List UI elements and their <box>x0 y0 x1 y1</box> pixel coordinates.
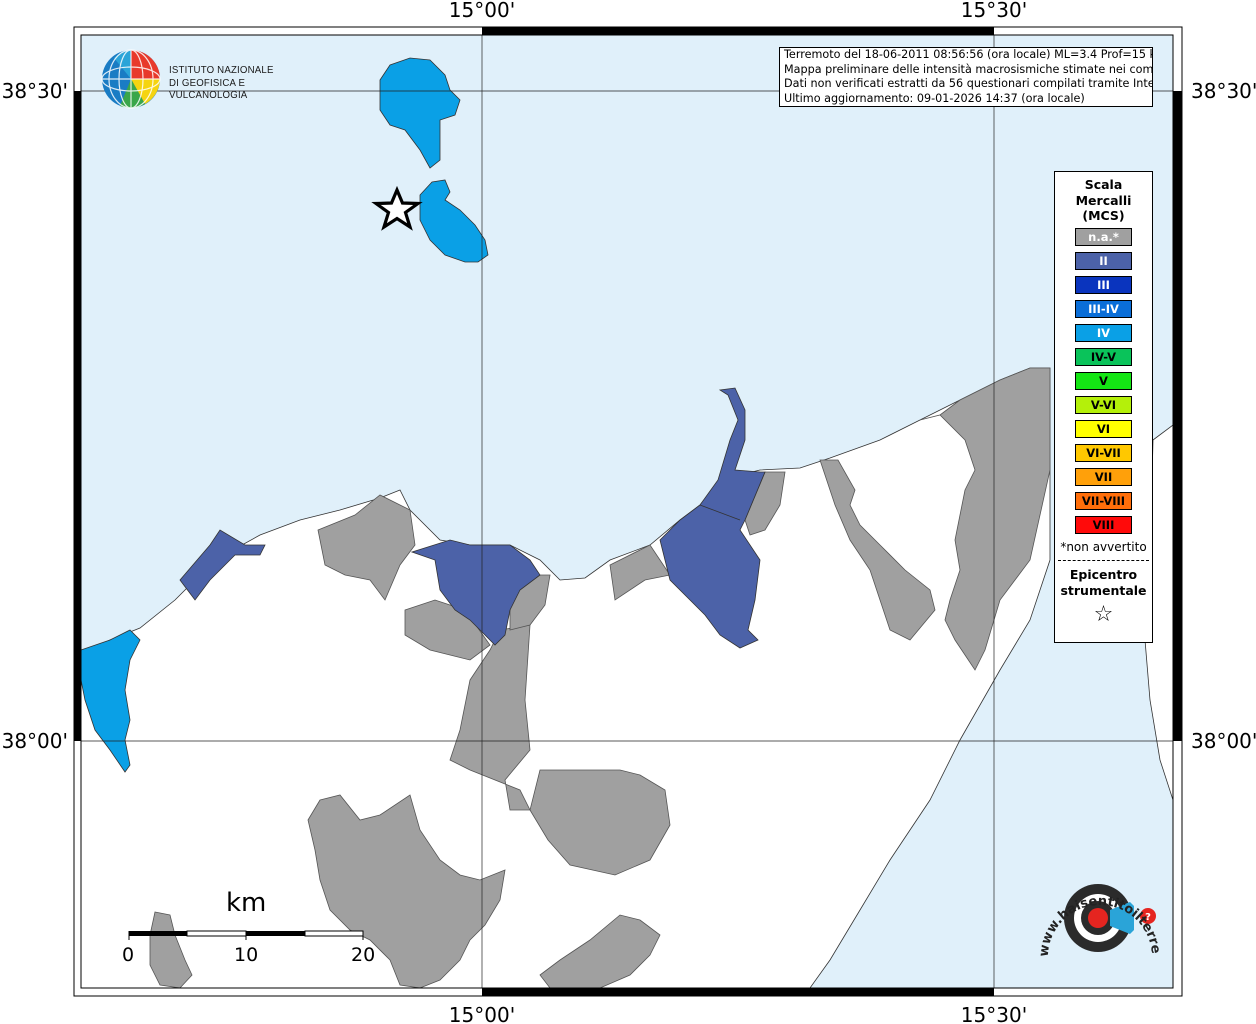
legend-title-line-3: (MCS) <box>1082 208 1125 223</box>
legend-title-line-1: Scala <box>1084 177 1123 192</box>
legend-item: IV-V <box>1075 347 1132 366</box>
legend-item: II <box>1075 251 1132 270</box>
legend-item: VII-VIII <box>1075 491 1132 510</box>
ingv-logo-text: ISTITUTO NAZIONALE DI GEOFISICA E VULCAN… <box>169 64 317 102</box>
legend-item: V-VI <box>1075 395 1132 414</box>
legend-item: VII <box>1075 467 1132 486</box>
info-line-1: Terremoto del 18-06-2011 08:56:56 (ora l… <box>784 48 1153 61</box>
info-line-2: Mappa preliminare delle intensità macros… <box>784 62 1153 76</box>
lon-tick-top-1530: 15°30' <box>961 0 1027 22</box>
legend-item: III <box>1075 275 1132 294</box>
lat-tick-right-3800: 38°00' <box>1191 729 1256 753</box>
globe-icon <box>101 49 161 109</box>
scalebar-tick-20: 20 <box>351 944 376 966</box>
scalebar-tick-0: 0 <box>122 944 135 966</box>
legend-items: n.a.* II III III-IV IV IV-V V V-VI VI VI-VII VII VI… <box>1055 227 1152 534</box>
lon-tick-bottom-1500: 15°00' <box>449 1003 515 1024</box>
legend-epicenter-line-2: strumentale <box>1060 582 1147 598</box>
haisentito-logo-icon: ? www.haisentitoilterremoto.it <box>1023 851 1163 957</box>
lat-tick-right-3830: 38°30' <box>1191 79 1256 103</box>
lon-tick-bottom-1530: 15°30' <box>961 1003 1027 1024</box>
earthquake-info-box: Terremoto del 18-06-2011 08:56:56 (ora l… <box>779 47 1153 107</box>
legend-item: VIII <box>1075 515 1132 534</box>
legend-title-line-2: Mercalli <box>1075 192 1132 208</box>
legend-separator <box>1058 559 1149 561</box>
scalebar-unit: km <box>226 888 267 918</box>
lon-tick-top-1500: 15°00' <box>449 0 515 22</box>
mcs-legend: Scala Mercalli (MCS) n.a.* II III III-IV IV I… <box>1054 171 1153 643</box>
legend-title: Scala Mercalli (MCS) <box>1055 177 1152 224</box>
legend-item: VI-VII <box>1075 443 1132 462</box>
logo-line-1: ISTITUTO NAZIONALE <box>169 64 274 76</box>
legend-item: V <box>1075 371 1132 390</box>
ingv-logo: ISTITUTO NAZIONALE DI GEOFISICA E VULCAN… <box>100 48 330 110</box>
haisentito-logo: ? www.haisentitoilterremoto.it <box>1023 851 1170 982</box>
legend-item: III-IV <box>1075 299 1132 318</box>
legend-item: VI <box>1075 419 1132 438</box>
legend-note: *non avvertito <box>1060 539 1147 554</box>
legend-epicenter-label: Epicentro strumentale <box>1055 567 1152 599</box>
info-line-3: Dati non verificati estratti da 56 quest… <box>784 77 1153 90</box>
legend-star-icon: ☆ <box>1093 601 1114 627</box>
legend-item: n.a.* <box>1075 227 1132 246</box>
legend-epicenter-line-1: Epicentro <box>1069 566 1138 582</box>
legend-item: IV <box>1075 323 1132 342</box>
lat-tick-left-3830: 38°30' <box>2 79 68 103</box>
info-line-4: Ultimo aggiornamento: 09-01-2026 14:37 (… <box>784 91 1085 105</box>
scalebar-tick-10: 10 <box>234 944 259 966</box>
logo-line-2: DI GEOFISICA E VULCANOLOGIA <box>169 76 248 102</box>
lat-tick-left-3800: 38°00' <box>2 729 68 753</box>
